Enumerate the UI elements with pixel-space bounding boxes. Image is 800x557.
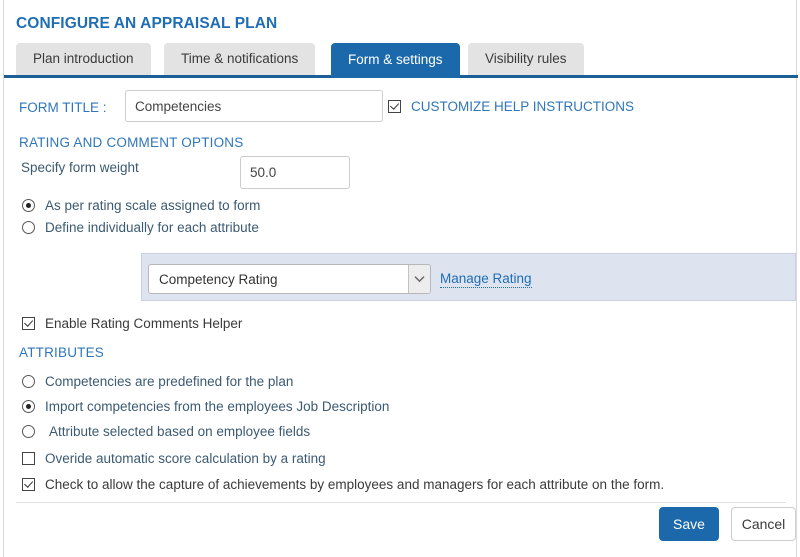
tab-visibility-rules[interactable]: Visibility rules — [468, 43, 584, 75]
radio-icon[interactable] — [22, 425, 35, 438]
form-weight-input[interactable] — [240, 156, 350, 189]
tab-plan-introduction[interactable]: Plan introduction — [16, 43, 151, 75]
radio-row-as-per-rating-scale[interactable]: As per rating scale assigned to form — [22, 198, 260, 213]
radio-label-as-per-rating-scale: As per rating scale assigned to form — [45, 198, 261, 213]
chevron-down-icon[interactable] — [408, 265, 430, 293]
enable-rating-comments-helper-row[interactable]: Enable Rating Comments Helper — [22, 316, 242, 331]
footer-divider — [16, 502, 786, 503]
radio-row-define-individually[interactable]: Define individually for each attribute — [22, 220, 259, 235]
customize-help-instructions-checkbox-row[interactable]: CUSTOMIZE HELP INSTRUCTIONS — [388, 99, 634, 114]
radio-icon[interactable] — [22, 400, 35, 413]
form-settings-panel: FORM TITLE : CUSTOMIZE HELP INSTRUCTIONS… — [4, 78, 798, 557]
rating-select-value: Competency Rating — [159, 271, 278, 287]
override-score-calculation-label: Overide automatic score calculation by a… — [45, 451, 326, 466]
radio-row-attribute-by-employee-fields[interactable]: Attribute selected based on employee fie… — [22, 424, 310, 439]
override-score-calculation-row[interactable]: Overide automatic score calculation by a… — [22, 451, 326, 466]
radio-icon[interactable] — [22, 221, 35, 234]
radio-icon[interactable] — [22, 199, 35, 212]
tab-label: Visibility rules — [485, 51, 567, 66]
tab-form-settings[interactable]: Form & settings — [331, 43, 460, 78]
radio-row-competencies-predefined[interactable]: Competencies are predefined for the plan — [22, 374, 293, 389]
tab-label: Plan introduction — [33, 51, 134, 66]
radio-label-import-from-job-description: Import competencies from the employees J… — [45, 399, 390, 414]
checkbox-icon[interactable] — [22, 478, 35, 491]
checkbox-icon[interactable] — [22, 452, 35, 465]
tab-label: Form & settings — [348, 52, 443, 67]
capture-achievements-label: Check to allow the capture of achievemen… — [45, 477, 665, 492]
cancel-button[interactable]: Cancel — [731, 507, 796, 541]
radio-label-competencies-predefined: Competencies are predefined for the plan — [45, 374, 294, 389]
tab-time-notifications[interactable]: Time & notifications — [164, 43, 316, 75]
customize-help-instructions-label: CUSTOMIZE HELP INSTRUCTIONS — [411, 99, 635, 114]
form-title-label: FORM TITLE : — [19, 100, 107, 115]
save-button-label: Save — [673, 516, 705, 532]
radio-icon[interactable] — [22, 375, 35, 388]
capture-achievements-row[interactable]: Check to allow the capture of achievemen… — [22, 477, 664, 492]
radio-row-import-from-job-description[interactable]: Import competencies from the employees J… — [22, 399, 389, 414]
save-button[interactable]: Save — [659, 507, 719, 541]
cancel-button-label: Cancel — [741, 516, 786, 532]
enable-rating-comments-helper-label: Enable Rating Comments Helper — [45, 316, 243, 331]
attributes-heading: ATTRIBUTES — [19, 345, 105, 360]
rating-selection-panel: Competency Rating Manage Rating — [141, 253, 796, 301]
tab-bar: Plan introduction Time & notifications F… — [4, 43, 798, 78]
checkbox-icon[interactable] — [22, 317, 35, 330]
rating-comment-options-heading: RATING AND COMMENT OPTIONS — [19, 135, 244, 150]
rating-select[interactable]: Competency Rating — [148, 264, 431, 294]
page-title: CONFIGURE AN APPRAISAL PLAN — [16, 15, 278, 32]
checkbox-icon[interactable] — [388, 100, 401, 113]
form-title-input[interactable] — [125, 90, 383, 122]
appraisal-plan-window: CONFIGURE AN APPRAISAL PLAN Plan introdu… — [3, 0, 798, 557]
radio-label-attribute-by-employee-fields: Attribute selected based on employee fie… — [49, 424, 311, 439]
radio-label-define-individually: Define individually for each attribute — [45, 220, 259, 235]
specify-form-weight-label: Specify form weight — [21, 160, 139, 175]
tab-label: Time & notifications — [181, 51, 299, 66]
manage-rating-link[interactable]: Manage Rating — [440, 271, 532, 288]
